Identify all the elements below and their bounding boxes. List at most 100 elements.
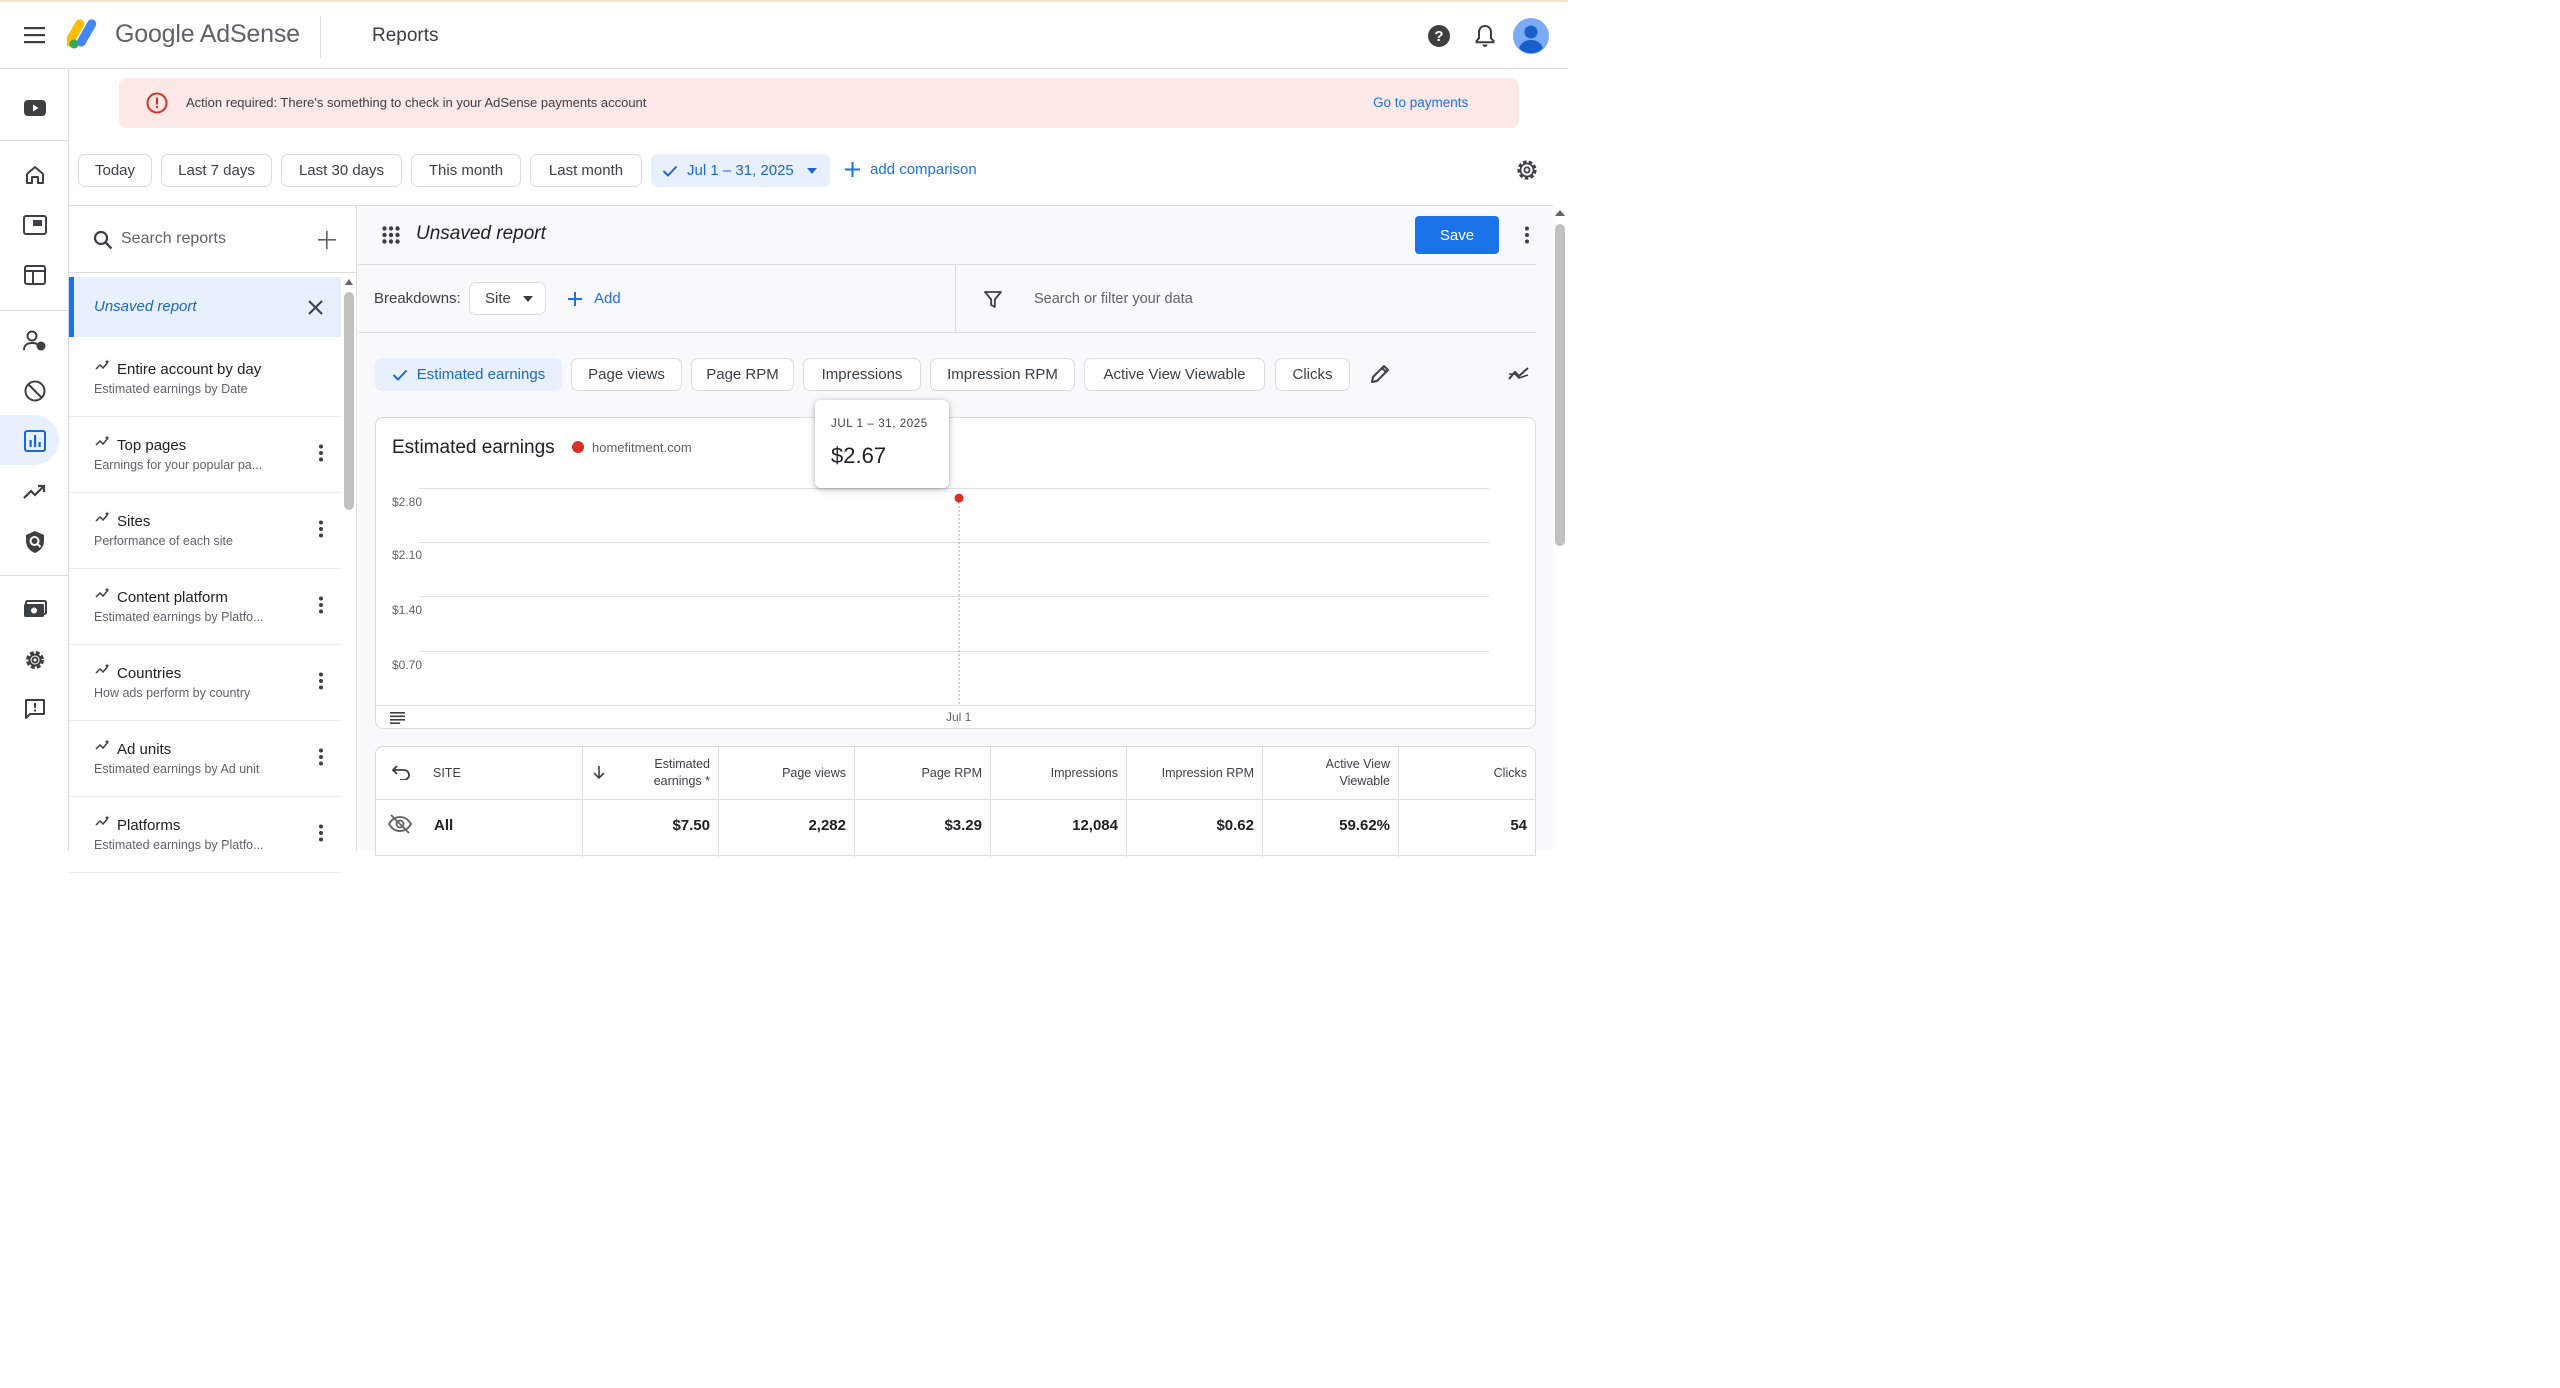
check-icon [392, 369, 408, 381]
cell-impression-rpm: $0.62 [1216, 817, 1254, 834]
go-to-payments-link[interactable]: Go to payments [1373, 95, 1468, 110]
report-list-item[interactable]: Platforms Estimated earnings by Platfo... [69, 797, 341, 873]
breakdown-site-chip[interactable]: Site [469, 282, 546, 315]
column-header-clicks[interactable]: Clicks [1406, 747, 1527, 799]
report-item-unsaved-active[interactable]: Unsaved report [69, 277, 341, 337]
hide-row-eye-off-icon[interactable] [388, 814, 412, 834]
column-header-site[interactable]: SITE [433, 747, 493, 799]
add-breakdown-link[interactable]: Add [594, 290, 621, 307]
youtube-icon[interactable] [22, 95, 48, 121]
date-chip-last-month[interactable]: Last month [530, 154, 642, 187]
filter-funnel-icon[interactable] [984, 291, 1002, 308]
report-list-item[interactable]: Content platform Estimated earnings by Pl… [69, 569, 341, 645]
auto-report-sparkle-icon [95, 815, 111, 827]
selected-date-range: Jul 1 – 31, 2025 [687, 162, 794, 179]
main-menu-icon[interactable] [24, 26, 46, 44]
report-list-item[interactable]: Entire account by day Estimated earnings … [69, 341, 341, 417]
adsense-logo-icon [67, 16, 105, 50]
privacy-messaging-icon[interactable] [22, 328, 48, 354]
ads-icon[interactable] [22, 212, 48, 238]
feedback-icon[interactable] [22, 696, 48, 722]
legend-label[interactable]: homefitment.com [592, 440, 692, 455]
report-list-item[interactable]: Top pages Earnings for your popular pa... [69, 417, 341, 493]
report-item-more-icon[interactable] [318, 520, 324, 538]
metric-chip-page-rpm[interactable]: Page RPM [691, 358, 794, 391]
notifications-bell-icon[interactable] [1474, 24, 1496, 48]
date-range-selector[interactable]: Jul 1 – 31, 2025 [651, 154, 830, 187]
add-breakdown-plus-icon[interactable] [568, 292, 582, 306]
column-separator [1126, 747, 1127, 857]
policy-center-icon[interactable] [22, 529, 48, 555]
report-list-item[interactable]: Countries How ads perform by country [69, 645, 341, 721]
sites-icon[interactable] [22, 262, 48, 288]
payments-icon[interactable] [22, 596, 48, 622]
report-title[interactable]: Unsaved report [416, 223, 546, 245]
save-button[interactable]: Save [1415, 216, 1499, 254]
auto-report-sparkle-icon [95, 359, 111, 371]
column-header-active-view-viewable[interactable]: Active View Viewable [1296, 747, 1390, 799]
chart-plot-area[interactable] [419, 480, 1489, 706]
add-comparison-plus-icon[interactable] [845, 162, 860, 177]
report-list-item[interactable]: Sites Performance of each site [69, 493, 341, 569]
scrollbar-thumb[interactable] [344, 292, 354, 510]
account-avatar[interactable] [1513, 18, 1549, 54]
breakdowns-label: Breakdowns: [374, 290, 461, 307]
settings-gear-icon[interactable] [22, 647, 48, 673]
edit-metrics-pencil-icon[interactable] [1370, 364, 1390, 384]
chart-type-trend-icon[interactable] [1508, 366, 1530, 382]
cell-estimated-earnings: $7.50 [672, 817, 710, 834]
auto-report-sparkle-icon [95, 587, 111, 599]
help-icon[interactable]: ? [1427, 24, 1451, 48]
rail-divider [0, 140, 69, 141]
filter-data-input[interactable]: Search or filter your data [1034, 291, 1193, 307]
main-scrollbar[interactable] [1554, 206, 1566, 851]
report-item-more-icon[interactable] [318, 824, 324, 842]
metric-chip-impressions[interactable]: Impressions [803, 358, 921, 391]
app-name: Google AdSense [115, 20, 300, 48]
report-item-subtitle: Estimated earnings by Date [94, 382, 248, 396]
metric-chip-clicks[interactable]: Clicks [1275, 358, 1350, 391]
report-item-more-icon[interactable] [318, 596, 324, 614]
reports-icon[interactable] [22, 428, 48, 454]
date-chip-this-month[interactable]: This month [411, 154, 521, 187]
add-comparison-link[interactable]: add comparison [870, 161, 977, 178]
column-header-page-rpm[interactable]: Page RPM [862, 747, 982, 799]
close-icon[interactable] [308, 300, 323, 315]
apps-grid-icon[interactable] [382, 226, 400, 244]
scrollbar-thumb[interactable] [1555, 224, 1565, 546]
date-chip-today[interactable]: Today [78, 154, 152, 187]
date-chip-last-30-days[interactable]: Last 30 days [281, 154, 402, 187]
metric-chip-impression-rpm[interactable]: Impression RPM [930, 358, 1075, 391]
chart-table-toggle-icon[interactable] [390, 712, 405, 724]
report-item-more-icon[interactable] [318, 748, 324, 766]
metric-chip-active-view-viewable[interactable]: Active View Viewable [1084, 358, 1265, 391]
report-item-subtitle: Estimated earnings by Platfo... [94, 610, 264, 624]
more-options-icon[interactable] [1524, 226, 1530, 244]
header-divider [320, 16, 321, 58]
cell-page-rpm: $3.29 [944, 817, 982, 834]
column-header-impression-rpm[interactable]: Impression RPM [1134, 747, 1254, 799]
date-chip-last-7-days[interactable]: Last 7 days [161, 154, 272, 187]
new-report-plus-icon[interactable] [318, 231, 336, 249]
column-header-impressions[interactable]: Impressions [998, 747, 1118, 799]
home-icon[interactable] [22, 162, 48, 188]
metric-chip-estimated-earnings[interactable]: Estimated earnings [375, 358, 562, 391]
report-item-title: Countries [117, 665, 182, 682]
report-list-item[interactable]: Ad units Estimated earnings by Ad unit [69, 721, 341, 797]
search-reports-input[interactable]: Search reports [121, 230, 226, 248]
metric-chip-page-views[interactable]: Page views [571, 358, 682, 391]
column-header-estimated-earnings[interactable]: Estimated earnings * [622, 747, 710, 799]
column-header-page-views[interactable]: Page views [726, 747, 846, 799]
optimization-trend-icon[interactable] [22, 479, 48, 505]
cell-clicks: 54 [1510, 817, 1527, 834]
breakdown-site-label: Site [485, 290, 511, 307]
undo-icon[interactable] [391, 764, 411, 780]
report-settings-gear-icon[interactable] [1515, 158, 1539, 182]
brand-safety-icon[interactable] [22, 378, 48, 404]
report-item-more-icon[interactable] [318, 672, 324, 690]
sidebar-scrollbar[interactable] [344, 278, 354, 852]
auto-report-sparkle-icon [95, 739, 111, 751]
sort-descending-arrow-icon[interactable] [593, 766, 605, 780]
report-item-more-icon[interactable] [318, 444, 324, 462]
data-point[interactable] [954, 493, 964, 503]
